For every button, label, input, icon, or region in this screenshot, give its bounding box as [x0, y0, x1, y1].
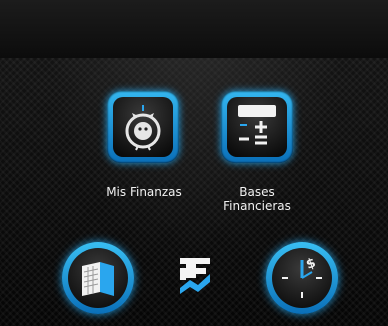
calculator-icon	[238, 105, 276, 145]
home-screen: Mis Finanzas Bases Financieras $	[0, 0, 388, 326]
dollar-clock-button[interactable]: $	[266, 242, 338, 314]
book-icon	[82, 262, 114, 296]
bases-financieras-label: Bases Financieras	[223, 185, 291, 213]
dollar-clock-icon: $	[282, 256, 322, 298]
bases-financieras-button[interactable]	[221, 91, 293, 163]
app-logo-icon	[180, 258, 210, 294]
svg-text:$: $	[304, 256, 318, 273]
mis-finanzas-label: Mis Finanzas	[106, 185, 182, 199]
mis-finanzas-button[interactable]	[107, 91, 179, 163]
book-button[interactable]	[62, 242, 134, 314]
top-bar	[0, 0, 388, 58]
piggy-bank-icon	[125, 105, 161, 151]
